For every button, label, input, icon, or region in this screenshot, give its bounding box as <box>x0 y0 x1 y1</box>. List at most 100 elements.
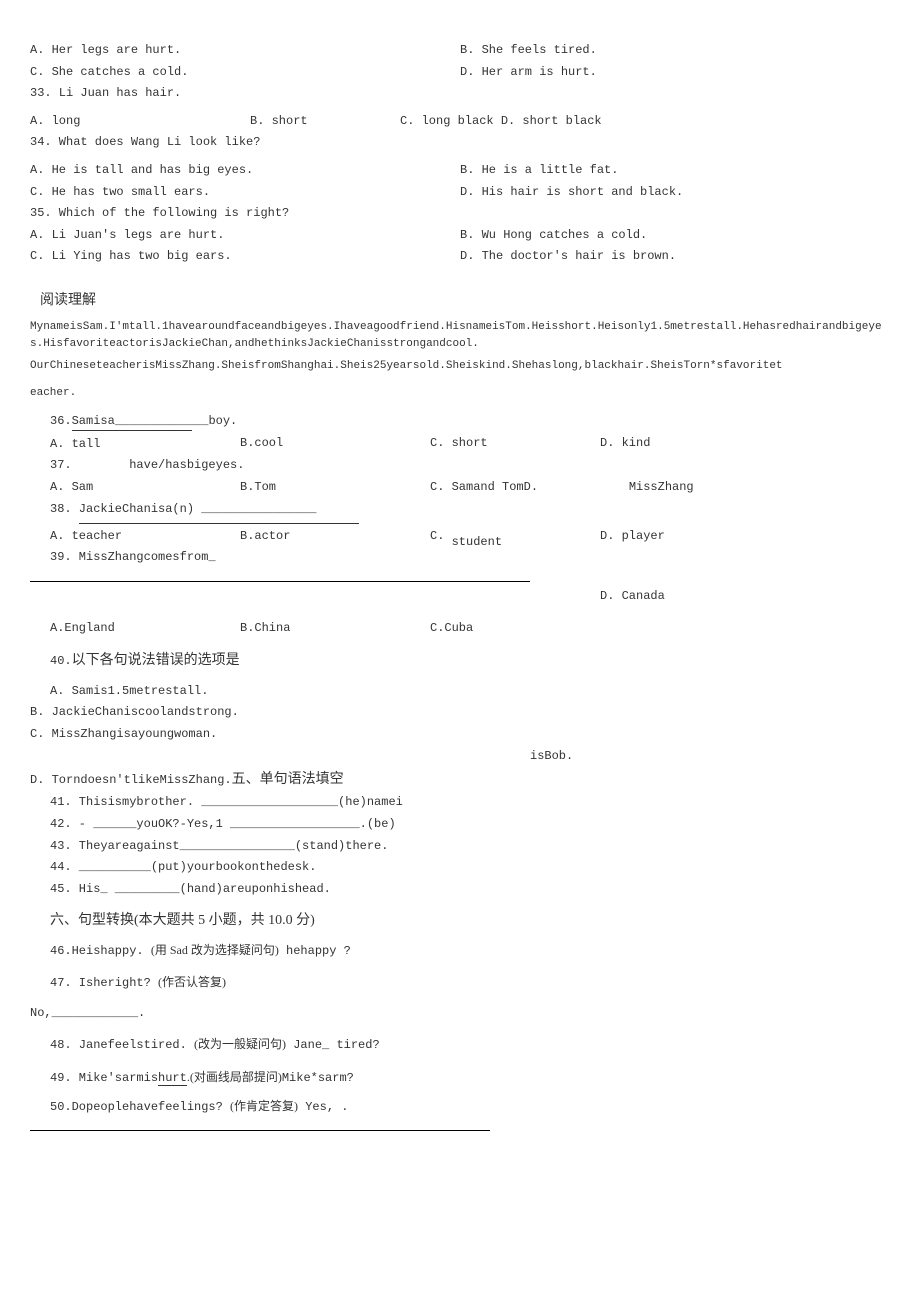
q43: 43. Theyareagainst________________(stand… <box>50 836 890 858</box>
q37-a: A. Sam <box>50 477 240 499</box>
q35-row1: A. Li Juan's legs are hurt. B. Wu Hong c… <box>30 225 890 247</box>
q35-stem: 35. Which of the following is right? <box>30 203 890 225</box>
q45: 45. His_ _________(hand)areuponhishead. <box>50 879 890 901</box>
q37-c-text: Samand TomD. <box>452 480 538 494</box>
q36-stem-text: 36.Samisa <box>50 414 115 428</box>
q36-c-text: short <box>452 436 488 450</box>
q46-post: hehappy ? <box>286 944 351 958</box>
q39-a: A.England <box>50 618 240 640</box>
reading-passage-1: MynameisSam.I'mtall.1havearoundfaceandbi… <box>30 319 890 352</box>
reading-passage-2: OurChineseteacherisMissZhang.SheisfromSh… <box>30 358 890 375</box>
q50-underline <box>30 1128 490 1131</box>
q34-a: A. He is tall and has big eyes. <box>30 160 460 182</box>
q36-d: D. kind <box>600 433 760 456</box>
reading-title: 阅读理解 <box>40 288 890 313</box>
q36-b: B.cool <box>240 433 430 456</box>
q37-a-text: Sam <box>72 480 94 494</box>
q39-opts: A.England B.China C.Cuba <box>50 618 890 640</box>
q48-post: Jane_ tired? <box>293 1038 379 1052</box>
q47: 47. Isheright? (作否认答复) <box>50 972 890 995</box>
q40-d-suffix: 五、单句语法填空 <box>232 772 344 787</box>
q40-float: isBob. <box>530 746 890 768</box>
q36-c: C. short <box>430 433 600 456</box>
q34-d: D. His hair is short and black. <box>460 182 890 204</box>
q40-b: B. JackieChaniscoolandstrong. <box>30 702 890 724</box>
q48-mid: (改为一般疑问句) <box>194 1037 286 1051</box>
q49: 49. Mike'sarmishurt.(对画线局部提问)Mike*sarm? <box>50 1067 890 1090</box>
q32-row1: A. Her legs are hurt. B. She feels tired… <box>30 40 890 62</box>
q38-b: B.actor <box>240 526 430 548</box>
q47-post: (作否认答复) <box>158 975 226 989</box>
q35-d: D. The doctor's hair is brown. <box>460 246 890 268</box>
q40-d: D. Torndoesn'tlikeMissZhang.五、单句语法填空 <box>30 767 890 792</box>
q39-d-row: D. Canada <box>600 586 890 608</box>
q36-opts: A. tall B.cool C. short D. kind <box>50 433 890 456</box>
q34-c: C. He has two small ears. <box>30 182 460 204</box>
q40-d-prefix: D. Torndoesn'tlikeMissZhang. <box>30 773 232 787</box>
q40-text: 以下各句说法错误的选项是 <box>72 653 240 668</box>
q34-stem: 34. What does Wang Li look like? <box>30 132 890 154</box>
q44: 44. __________(put)yourbookonthedesk. <box>50 857 890 879</box>
q38-opts: A. teacher B.actor C. student D. player <box>50 526 890 548</box>
reading-passage-3: eacher. <box>30 385 890 402</box>
q38-a-text: teacher <box>72 529 122 543</box>
q38-underline <box>79 523 359 525</box>
q38-d: D. player <box>600 526 760 548</box>
q37-b: B.Tom <box>240 477 430 499</box>
q39-c: C.Cuba <box>430 618 473 640</box>
q37-opts: A. Sam B.Tom C. Samand TomD. MissZhang <box>50 477 890 499</box>
q41: 41. Thisismybrother. ___________________… <box>50 792 890 814</box>
q40-num: 40. <box>50 654 72 668</box>
q42: 42. - ______youOK?-Yes,1 _______________… <box>50 814 890 836</box>
q39-d-text: Canada <box>622 589 665 603</box>
q38-c: C. student <box>430 526 600 548</box>
q46: 46.Heishappy. (用 Sad 改为选择疑问句) hehappy ? <box>50 940 890 963</box>
q37-stem: 37. have/hasbigeyes. <box>50 455 890 477</box>
q49-under: hurt <box>158 1071 187 1086</box>
q40-stem: 40.以下各句说法错误的选项是 <box>50 648 890 673</box>
q48: 48. Janefeelstired. (改为一般疑问句) Jane_ tire… <box>50 1034 890 1057</box>
q50-mid: (作肯定答复) <box>230 1099 298 1113</box>
q49-mid: .(对画线局部提问) <box>187 1070 282 1084</box>
q36-blank: _____________ <box>115 414 209 428</box>
q49-pre: 49. Mike'sarmis <box>50 1071 158 1085</box>
q47-ans: No,____________. <box>30 1003 890 1025</box>
q39-stem: 39. MissZhangcomesfrom_ <box>50 547 890 569</box>
q46-mid: (用 Sad 改为选择疑问句) <box>151 943 279 957</box>
q39-underline <box>30 579 530 582</box>
q47-pre: 47. Isheright? <box>50 976 151 990</box>
q35-c: C. Li Ying has two big ears. <box>30 246 460 268</box>
q34-row1: A. He is tall and has big eyes. B. He is… <box>30 160 890 182</box>
q32-d: D. Her arm is hurt. <box>460 62 890 84</box>
q48-pre: 48. Janefeelstired. <box>50 1038 187 1052</box>
q36-a: A. tall <box>50 433 240 456</box>
q37-suffix: have/hasbigeyes. <box>129 458 244 472</box>
q38-d-text: player <box>622 529 665 543</box>
q37-d-text: MissZhang <box>629 480 694 494</box>
q50-underline-row <box>30 1118 890 1140</box>
q49-post: Mike*sarm? <box>282 1071 354 1085</box>
q37-d: MissZhang <box>600 477 760 499</box>
q36-d-text: kind <box>622 436 651 450</box>
q34-row2: C. He has two small ears. D. His hair is… <box>30 182 890 204</box>
q40-c: C. MissZhangisayoungwoman. <box>30 724 890 746</box>
q33-stem: 33. Li Juan has hair. <box>30 83 890 105</box>
q36-stem-suffix: boy. <box>208 414 237 428</box>
q33-opts: A. long B. short C. long black D. short … <box>30 111 890 133</box>
q33-b: B. short <box>250 111 400 133</box>
q50: 50.Dopeoplehavefeelings? (作肯定答复) Yes, . <box>50 1096 890 1119</box>
q37-stem-text: 37. <box>50 458 72 472</box>
q32-a: A. Her legs are hurt. <box>30 40 460 62</box>
q37-c: C. Samand TomD. <box>430 477 600 499</box>
q50-pre: 50.Dopeoplehavefeelings? <box>50 1100 223 1114</box>
q32-c: C. She catches a cold. <box>30 62 460 84</box>
q32-b: B. She feels tired. <box>460 40 890 62</box>
section6-title: 六、句型转换(本大题共 5 小题，共 10.0 分) <box>50 908 890 933</box>
q32-row2: C. She catches a cold. D. Her arm is hur… <box>30 62 890 84</box>
q33-a: A. long <box>30 111 250 133</box>
q50-post: Yes, . <box>305 1100 348 1114</box>
q34-b: B. He is a little fat. <box>460 160 890 182</box>
q40-a: A. Samis1.5metrestall. <box>50 681 890 703</box>
q33-cd: C. long black D. short black <box>400 111 602 133</box>
q35-row2: C. Li Ying has two big ears. D. The doct… <box>30 246 890 268</box>
